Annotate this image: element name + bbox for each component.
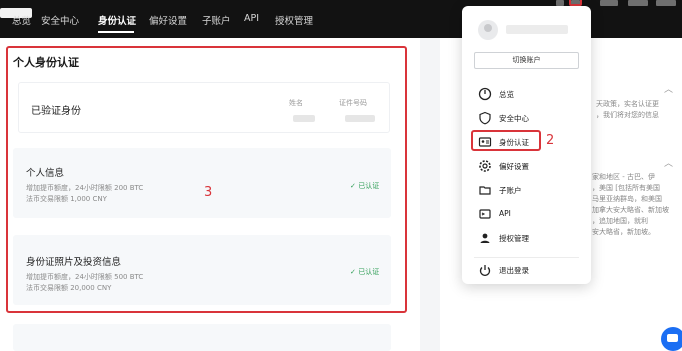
info-text-line: 加拿大安大略省、新加坡	[592, 206, 669, 214]
switch-account-button[interactable]: 切换账户	[474, 52, 579, 69]
info-text-line: 天政策，实名认证更	[596, 100, 659, 108]
tab-authorization-management[interactable]: 授权管理	[275, 13, 313, 27]
menu-item-security-center[interactable]: 安全中心	[474, 108, 579, 128]
menu-item-highlight	[471, 130, 541, 151]
user-icon	[480, 233, 490, 243]
language-icon[interactable]	[628, 0, 648, 6]
menu-item-sub-accounts[interactable]: 子账户	[474, 180, 579, 200]
power-icon	[479, 265, 491, 276]
menu-item-authorization-management[interactable]: 授权管理	[474, 228, 579, 248]
chevron-up-icon[interactable]: ︿	[664, 82, 673, 95]
info-text-line: 马里亚纳群岛，和美国	[592, 195, 662, 203]
gear-icon	[479, 160, 491, 172]
menu-item-preferences[interactable]: 偏好设置	[474, 156, 579, 176]
info-text-line: ，追加地国，就利	[592, 217, 648, 225]
chat-icon	[667, 334, 678, 342]
menu-label: 授权管理	[499, 234, 529, 243]
avatar[interactable]	[478, 20, 498, 40]
download-icon[interactable]	[600, 0, 618, 6]
menu-label: 安全中心	[499, 114, 529, 123]
support-chat-button[interactable]	[661, 327, 682, 351]
info-text-line: 安大略省，新加坡。	[592, 228, 655, 236]
folder-icon	[479, 186, 491, 195]
menu-divider	[474, 257, 579, 258]
tab-overview[interactable]: 总览	[12, 13, 31, 27]
menu-label: API	[499, 209, 511, 218]
menu-item-api[interactable]: API	[474, 204, 579, 224]
menu-item-overview[interactable]: 总览	[474, 84, 579, 104]
tab-security-center[interactable]: 安全中心	[41, 13, 79, 27]
menu-label: 子账户	[499, 186, 522, 195]
tab-identity-verification[interactable]: 身份认证	[98, 13, 136, 27]
annotation-number-2: 2	[546, 133, 555, 148]
dashboard-icon	[478, 87, 492, 101]
tab-sub-accounts[interactable]: 子账户	[202, 13, 231, 27]
tab-api[interactable]: API	[244, 13, 259, 24]
settings-icon[interactable]	[656, 0, 676, 6]
info-text-line: ，我们将对您的信息	[596, 111, 659, 119]
menu-label: 总览	[499, 90, 514, 99]
menu-label: 退出登录	[499, 266, 529, 275]
shield-icon	[479, 111, 491, 125]
chevron-up-icon[interactable]: ︿	[664, 156, 673, 169]
additional-section	[13, 324, 391, 351]
menu-label: 偏好设置	[499, 162, 529, 171]
main-panel-highlight	[6, 46, 407, 313]
tab-preferences[interactable]: 偏好设置	[149, 13, 187, 27]
annotation-number-3: 3	[204, 185, 213, 200]
info-text-line: ，美国 [包括所有美国	[592, 184, 660, 192]
menu-item-logout[interactable]: 退出登录	[474, 260, 579, 280]
active-tab-indicator	[98, 31, 134, 33]
account-name-redacted	[506, 25, 568, 34]
api-icon	[479, 209, 491, 219]
info-text-line: 家和地区 - 古巴、伊	[592, 173, 655, 181]
